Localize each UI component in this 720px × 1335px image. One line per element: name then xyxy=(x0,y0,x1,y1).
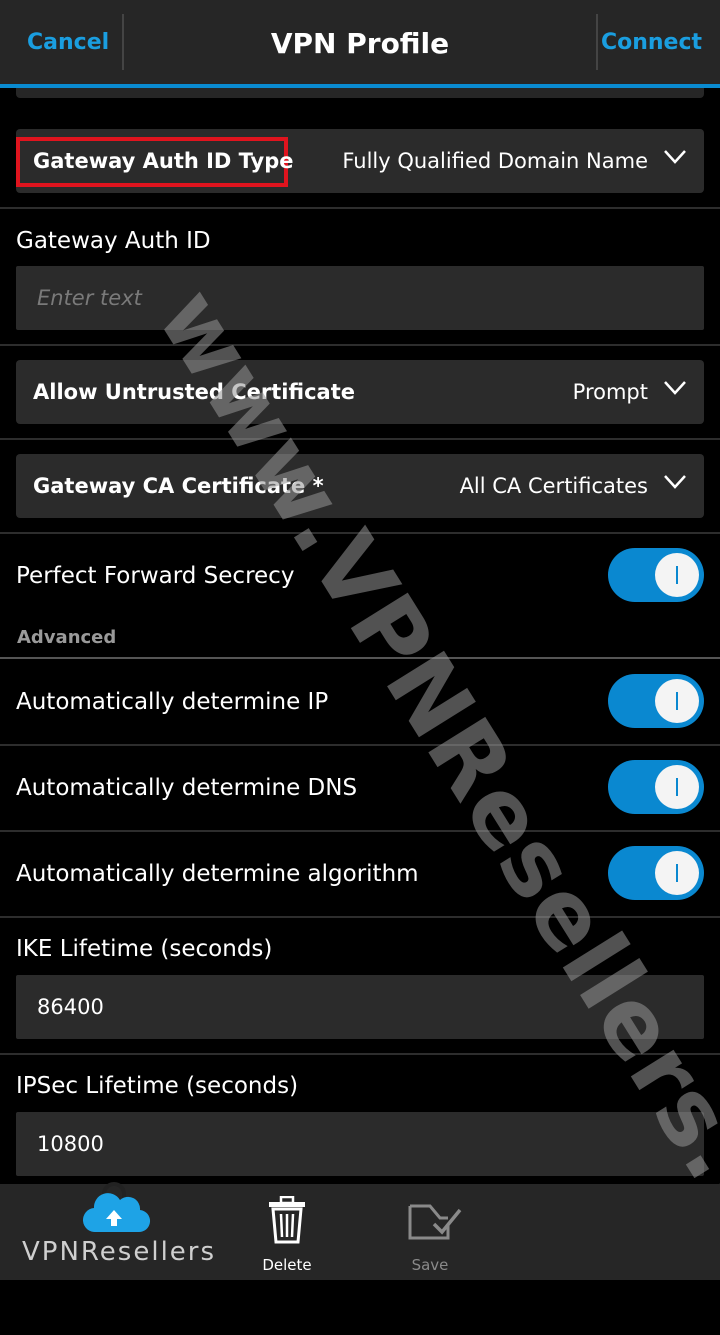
gateway-auth-id-input[interactable]: Enter text xyxy=(16,266,704,330)
divider xyxy=(0,830,720,832)
ipsec-lifetime-input[interactable]: 10800 xyxy=(16,1112,704,1176)
ike-lifetime-label: IKE Lifetime (seconds) xyxy=(16,936,273,962)
toggle-knob xyxy=(655,765,699,809)
toggle-on-mark xyxy=(676,566,678,584)
dropdown-value: All CA Certificates xyxy=(459,474,648,498)
toggle-knob xyxy=(655,851,699,895)
dropdown-label: Allow Untrusted Certificate xyxy=(33,380,355,404)
delete-label: Delete xyxy=(262,1256,312,1274)
dropdown-label: Gateway Auth ID Type xyxy=(33,149,294,173)
advanced-section-header: Advanced xyxy=(17,627,117,648)
toggle-on-mark xyxy=(676,778,678,796)
dropdown-value: Fully Qualified Domain Name xyxy=(342,149,648,173)
save-tray-icon xyxy=(408,1204,462,1240)
allow-untrusted-certificate-dropdown[interactable]: Allow Untrusted Certificate Prompt xyxy=(16,360,704,424)
auto-algorithm-toggle[interactable] xyxy=(608,846,704,900)
connect-button[interactable]: Connect xyxy=(601,0,702,84)
perfect-forward-secrecy-toggle[interactable] xyxy=(608,548,704,602)
toggle-on-mark xyxy=(676,864,678,882)
cloud-lock-icon xyxy=(82,1182,151,1233)
divider xyxy=(0,207,720,209)
gateway-ca-certificate-dropdown[interactable]: Gateway CA Certificate * All CA Certific… xyxy=(16,454,704,518)
auto-ip-toggle[interactable] xyxy=(608,674,704,728)
chevron-down-icon xyxy=(664,150,686,164)
previous-field-stub xyxy=(16,88,704,98)
title-separator xyxy=(596,14,598,70)
chevron-down-icon xyxy=(664,381,686,395)
input-placeholder: Enter text xyxy=(37,286,142,310)
ike-lifetime-input[interactable]: 86400 xyxy=(16,975,704,1039)
title-bar: Cancel VPN Profile Connect xyxy=(0,0,720,88)
divider xyxy=(0,1053,720,1055)
toggle-knob xyxy=(655,679,699,723)
dropdown-label: Gateway CA Certificate * xyxy=(33,474,324,498)
save-label: Save xyxy=(411,1256,449,1274)
toggle-on-mark xyxy=(676,692,678,710)
perfect-forward-secrecy-label: Perfect Forward Secrecy xyxy=(16,563,295,589)
divider xyxy=(0,344,720,346)
ipsec-lifetime-label: IPSec Lifetime (seconds) xyxy=(16,1073,299,1099)
vpnresellers-logo: VPNResellers xyxy=(20,1180,220,1276)
trash-icon xyxy=(269,1196,305,1244)
logo-text: VPNResellers xyxy=(22,1237,217,1267)
divider xyxy=(0,438,720,440)
save-button[interactable]: Save xyxy=(370,1184,490,1280)
delete-button[interactable]: Delete xyxy=(227,1184,347,1280)
divider xyxy=(0,744,720,746)
toggle-knob xyxy=(655,553,699,597)
auto-dns-label: Automatically determine DNS xyxy=(16,775,358,801)
gateway-auth-id-type-dropdown[interactable]: Gateway Auth ID Type Fully Qualified Dom… xyxy=(16,129,704,193)
divider xyxy=(0,916,720,918)
gateway-auth-id-label: Gateway Auth ID xyxy=(16,228,211,254)
section-divider xyxy=(0,657,720,659)
auto-dns-toggle[interactable] xyxy=(608,760,704,814)
chevron-down-icon xyxy=(664,475,686,489)
divider xyxy=(0,532,720,534)
auto-ip-label: Automatically determine IP xyxy=(16,689,329,715)
dropdown-value: Prompt xyxy=(572,380,648,404)
auto-algorithm-label: Automatically determine algorithm xyxy=(16,861,419,887)
